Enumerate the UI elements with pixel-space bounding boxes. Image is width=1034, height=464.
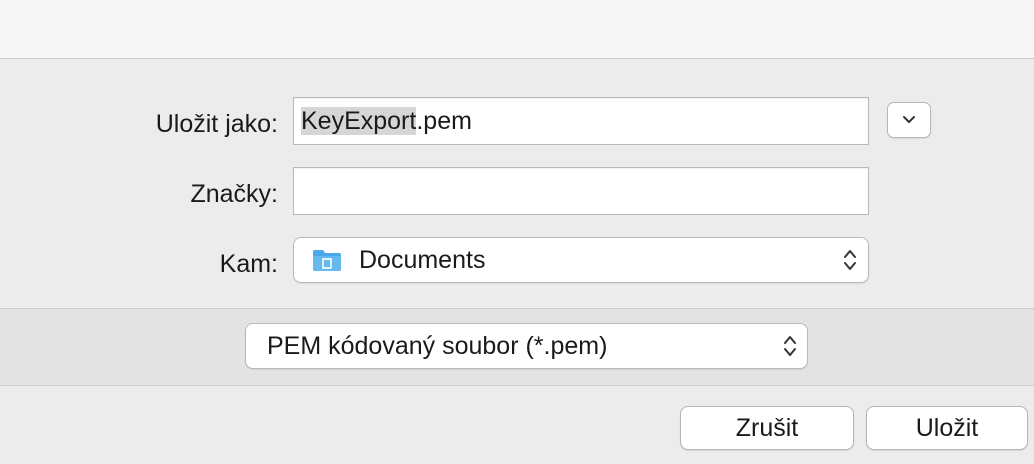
save-as-value: KeyExport.pem [301, 106, 472, 136]
format-value: PEM kódovaný soubor (*.pem) [267, 332, 608, 360]
save-as-field[interactable]: KeyExport.pem [293, 97, 869, 145]
format-popup[interactable]: PEM kódovaný soubor (*.pem) [245, 323, 808, 369]
expand-dialog-button[interactable] [887, 102, 931, 138]
save-button[interactable]: Uložit [866, 406, 1028, 450]
stepper-arrows-icon [784, 336, 796, 356]
save-form: Uložit jako: KeyExport.pem Značky: Kam: … [0, 59, 1034, 308]
folder-icon [313, 250, 341, 271]
dialog-title-bar [0, 0, 1034, 59]
chevron-down-icon [903, 116, 915, 123]
where-popup[interactable]: Documents [293, 237, 869, 283]
format-section: PEM kódovaný soubor (*.pem) [0, 309, 1034, 385]
tags-field[interactable] [293, 167, 869, 215]
where-value: Documents [359, 246, 486, 274]
stepper-arrows-icon [844, 250, 856, 270]
filename-extension: .pem [416, 107, 472, 135]
tags-label: Značky: [190, 180, 278, 208]
filename-selected-text: KeyExport [301, 107, 417, 135]
button-bar: Zrušit Uložit [0, 386, 1034, 464]
cancel-button[interactable]: Zrušit [680, 406, 854, 450]
where-label: Kam: [219, 250, 278, 278]
save-as-label: Uložit jako: [155, 110, 278, 138]
